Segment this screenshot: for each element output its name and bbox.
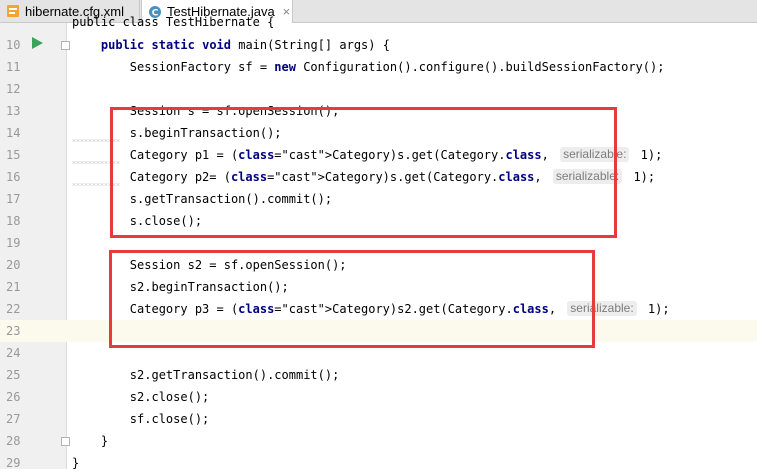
line-number: 14	[6, 126, 21, 140]
code-line-27[interactable]: 27 sf.close();	[0, 408, 757, 430]
line-number: 11	[6, 60, 21, 74]
code-line-26[interactable]: 26 s2.close();	[0, 386, 757, 408]
code-text: sf.close();	[72, 412, 210, 426]
code-line-12[interactable]: 12	[0, 78, 757, 100]
highlight-box-session-2	[109, 250, 595, 348]
line-number: 21	[6, 280, 21, 294]
run-gutter-icon[interactable]	[32, 37, 43, 49]
code-text: s2.getTransaction().commit();	[72, 368, 340, 382]
code-line-25[interactable]: 25 s2.getTransaction().commit();	[0, 364, 757, 386]
line-number: 26	[6, 390, 21, 404]
highlight-box-session-1	[110, 107, 617, 238]
line-number: 24	[6, 346, 21, 360]
line-number: 17	[6, 192, 21, 206]
line-number: 23	[6, 324, 21, 338]
line-number: 15	[6, 148, 21, 162]
line-number: 19	[6, 236, 21, 250]
code-text: }	[72, 456, 80, 470]
line-number: 25	[6, 368, 21, 382]
line-number: 22	[6, 302, 21, 316]
line-number: 12	[6, 82, 21, 96]
line-number: 10	[6, 38, 21, 52]
line-number: 28	[6, 434, 21, 448]
code-text: SessionFactory sf = new Configuration().…	[72, 60, 665, 74]
line-number: 13	[6, 104, 21, 118]
code-line-10[interactable]: 10 public static void main(String[] args…	[0, 34, 757, 56]
line-number: 16	[6, 170, 21, 184]
fold-marker-icon[interactable]	[61, 437, 70, 446]
fold-marker-icon[interactable]	[61, 41, 70, 50]
code-text: s2.close();	[72, 390, 210, 404]
line-number: 29	[6, 456, 21, 470]
line-number: 18	[6, 214, 21, 228]
line-number: 27	[6, 412, 21, 426]
code-text: public class TestHibernate {	[72, 15, 275, 29]
code-text: public static void main(String[] args) {	[100, 38, 390, 52]
code-editor[interactable]: public class TestHibernate { 10 public s…	[0, 15, 757, 470]
code-line-28[interactable]: 28 }	[0, 430, 757, 452]
code-line-29[interactable]: 29}	[0, 452, 757, 474]
code-text: }	[72, 434, 109, 448]
code-line-partial: public class TestHibernate {	[0, 11, 757, 33]
code-line-11[interactable]: 11 SessionFactory sf = new Configuration…	[0, 56, 757, 78]
line-number: 20	[6, 258, 21, 272]
